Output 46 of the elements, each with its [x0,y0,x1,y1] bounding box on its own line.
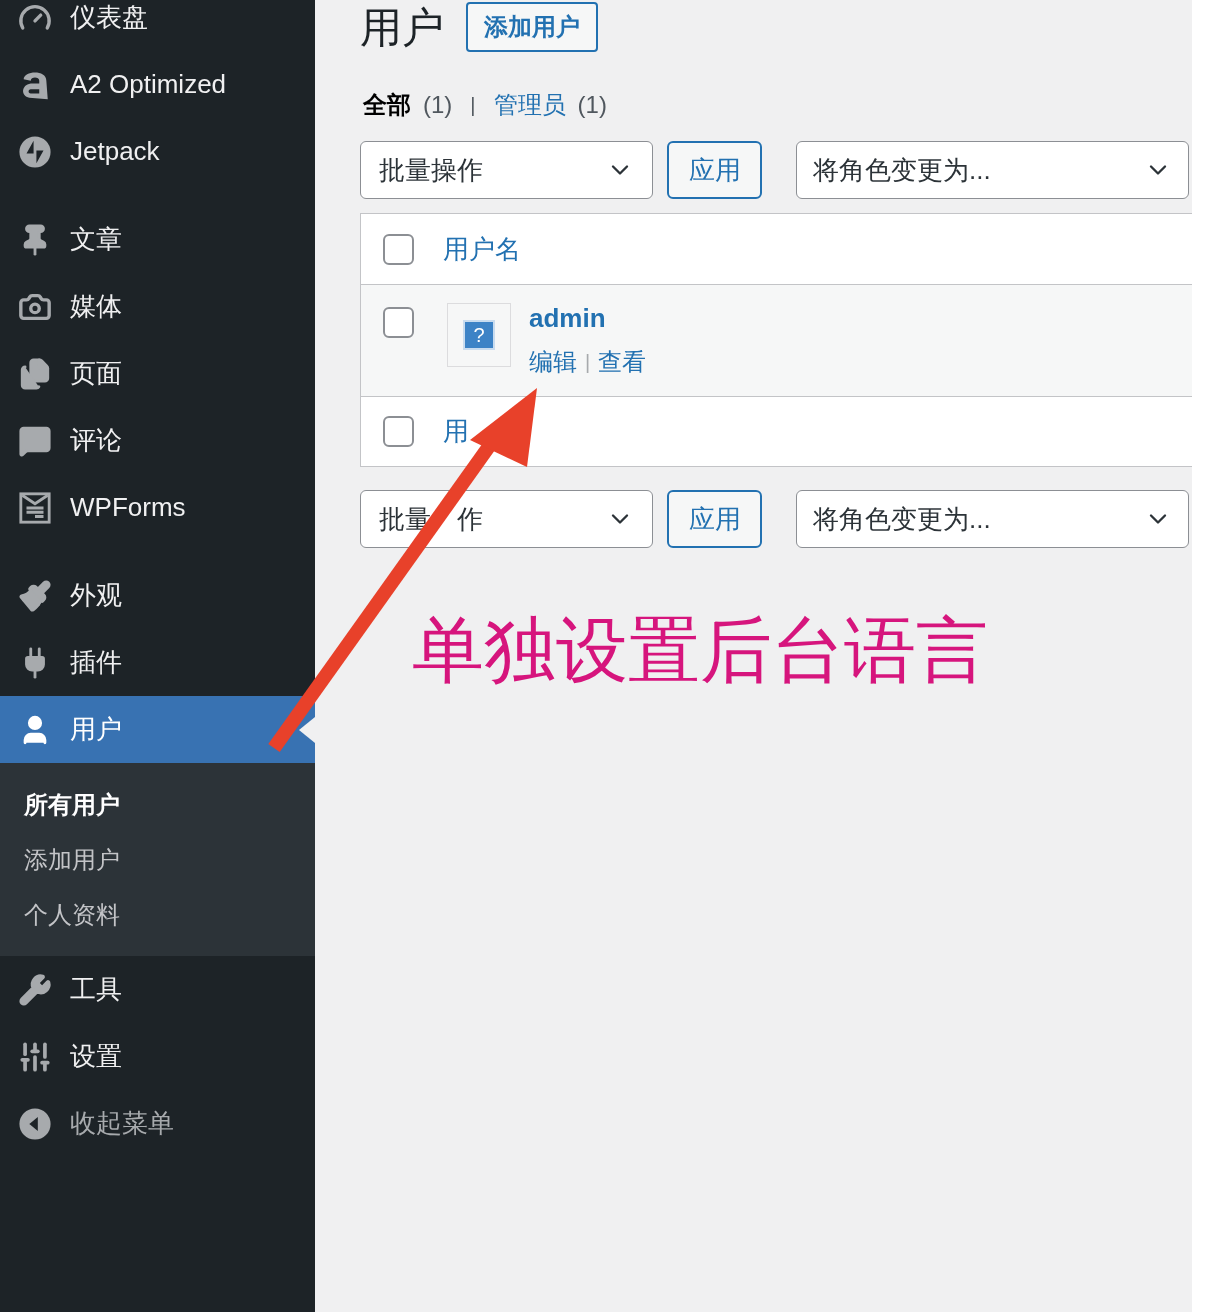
menu-item[interactable]: 页面 [0,340,315,407]
menu-item[interactable]: 工具 [0,956,315,1023]
menu-item[interactable]: WPForms [0,474,315,541]
submenu-item[interactable]: 个人资料 [0,887,315,942]
checkbox[interactable] [383,416,414,447]
bolt-icon [18,134,52,169]
brush-icon [18,578,52,613]
checkbox[interactable] [383,233,414,265]
filter-count: (1) [577,90,607,120]
submenu-item[interactable]: 所有用户 [0,777,315,832]
column-header[interactable]: 用 [443,412,469,451]
menu-item[interactable]: 媒体 [0,273,315,340]
add-user-button[interactable]: 添加用户 [466,2,598,52]
menu-item[interactable]: 设置 [0,1023,315,1090]
action-separator: | [585,350,591,375]
menu-item[interactable]: 收起菜单 [0,1090,315,1157]
collapse-icon [18,1106,52,1141]
username-link[interactable]: admin [529,299,647,338]
filter-separator: | [469,93,477,118]
broken-image-glyph: ? [463,320,495,350]
row-action-link[interactable]: 查看 [598,344,647,380]
wrench-icon [18,972,52,1007]
role-select[interactable]: 将角色变更为... [796,490,1189,548]
bulk-actions-select[interactable]: 批量操作 [360,141,653,199]
column-header[interactable]: 用户名 [443,229,521,269]
menu-item[interactable]: 外观 [0,562,315,629]
menu-item[interactable]: 评论 [0,407,315,474]
menu-item[interactable]: 文章 [0,206,315,273]
form-icon [18,490,52,525]
menu-item[interactable]: A2 Optimized [0,51,315,118]
annotation-text: 单独设置后台语言 [412,610,989,690]
menu-item[interactable]: Jetpack [0,118,315,185]
submenu-item[interactable]: 添加用户 [0,832,315,887]
checkbox[interactable] [383,307,414,338]
row-action-link[interactable]: 编辑 [529,344,577,380]
menu-item[interactable]: 用户 [0,696,315,763]
apply-button[interactable]: 应用 [667,141,762,199]
filter-link[interactable]: 全部 [363,87,411,123]
menu-item[interactable]: 插件 [0,629,315,696]
filter-count: (1) [423,90,453,120]
menu-item[interactable]: 仪表盘 [0,0,315,51]
role-select[interactable]: 将角色变更为... [796,141,1189,199]
apply-button[interactable]: 应用 [667,490,762,548]
filter-link[interactable]: 管理员 [493,87,566,123]
pages-icon [18,356,52,391]
page-title: 用户 [360,2,444,53]
